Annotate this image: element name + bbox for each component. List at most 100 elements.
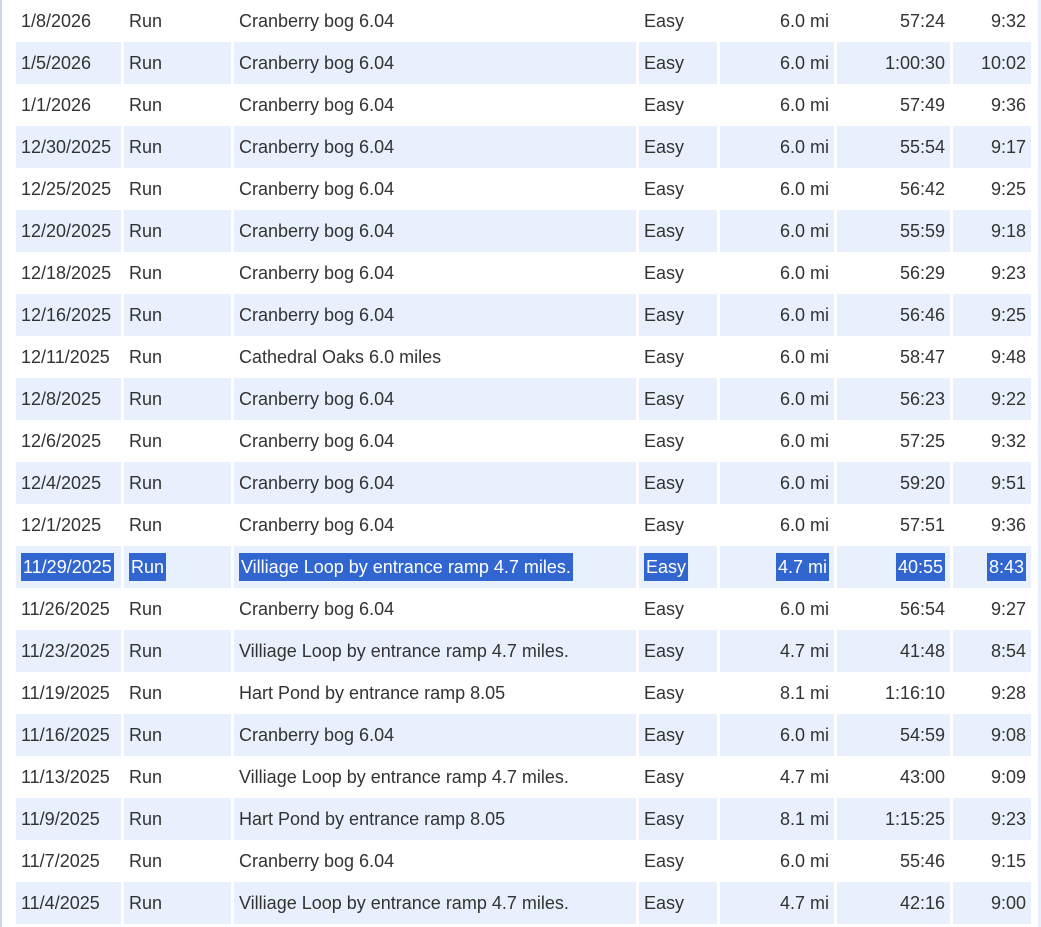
activity-pace-cell: 9:22 <box>953 378 1031 420</box>
activity-type-cell: Run <box>124 546 231 588</box>
table-row[interactable]: 12/25/2025 Run Cranberry bog 6.04 Easy 6.0 m… <box>16 168 1031 210</box>
activity-time-cell: 54:59 <box>837 714 950 756</box>
table-row[interactable]: 12/20/2025 Run Cranberry bog 6.04 Easy 6.0 m… <box>16 210 1031 252</box>
activity-distance: 6.0 mi <box>779 346 829 367</box>
table-row-selected[interactable]: 11/29/2025 Run Villiage Loop by entrance r… <box>16 546 1031 588</box>
activity-route-cell: Cranberry bog 6.04 <box>234 462 636 504</box>
activity-route-cell: Cranberry bog 6.04 <box>234 840 636 882</box>
activity-date-cell: 11/26/2025 <box>16 588 121 630</box>
activity-type: Run <box>129 220 163 241</box>
table-row[interactable]: 12/18/2025 Run Cranberry bog 6.04 Easy 6.0 m… <box>16 252 1031 294</box>
activity-distance: 6.0 mi <box>779 514 829 535</box>
activity-distance: 4.7 mi <box>779 640 829 661</box>
table-row[interactable]: 12/4/2025 Run Cranberry bog 6.04 Easy 6.0 mi… <box>16 462 1031 504</box>
table-row[interactable]: 11/23/2025 Run Villiage Loop by entrance r… <box>16 630 1031 672</box>
activity-pace-cell: 10:02 <box>953 42 1031 84</box>
activity-distance: 4.7 mi <box>775 552 829 581</box>
activity-date: 11/16/2025 <box>21 724 110 745</box>
activity-effort: Easy <box>644 262 685 283</box>
activity-time: 56:23 <box>899 388 945 409</box>
activity-date-cell: 12/6/2025 <box>16 420 121 462</box>
table-row[interactable]: 12/11/2025 Run Cathedral Oaks 6.0 miles Eas… <box>16 336 1031 378</box>
table-row[interactable]: 12/6/2025 Run Cranberry bog 6.04 Easy 6.0 mi… <box>16 420 1031 462</box>
activity-log-table: 1/8/2026 Run Cranberry bog 6.04 Easy 6.0 mi 5… <box>13 0 1034 924</box>
activity-distance-cell: 4.7 mi <box>720 630 834 672</box>
activity-time-cell: 59:20 <box>837 462 950 504</box>
activity-time: 41:48 <box>899 640 945 661</box>
activity-route-cell: Cathedral Oaks 6.0 miles <box>234 336 636 378</box>
table-left-border <box>0 0 2 927</box>
activity-distance-cell: 4.7 mi <box>720 756 834 798</box>
activity-type: Run <box>129 682 163 703</box>
table-row[interactable]: 11/4/2025 Run Villiage Loop by entrance ra… <box>16 882 1031 924</box>
table-row[interactable]: 1/8/2026 Run Cranberry bog 6.04 Easy 6.0 mi 5… <box>16 0 1031 42</box>
activity-distance-cell: 6.0 mi <box>720 294 834 336</box>
activity-time-cell: 56:23 <box>837 378 950 420</box>
activity-type-cell: Run <box>124 0 231 42</box>
activity-distance-cell: 6.0 mi <box>720 84 834 126</box>
activity-pace-cell: 9:32 <box>953 420 1031 462</box>
activity-date: 12/18/2025 <box>21 262 112 283</box>
table-row[interactable]: 11/16/2025 Run Cranberry bog 6.04 Easy 6.0 m… <box>16 714 1031 756</box>
activity-effort: Easy <box>644 892 685 913</box>
activity-time: 58:47 <box>899 346 945 367</box>
table-row[interactable]: 11/9/2025 Run Hart Pond by entrance ramp 8… <box>16 798 1031 840</box>
activity-effort: Easy <box>644 640 685 661</box>
activity-date: 12/8/2025 <box>21 388 102 409</box>
activity-pace-cell: 9:00 <box>953 882 1031 924</box>
table-row[interactable]: 11/26/2025 Run Cranberry bog 6.04 Easy 6.0 m… <box>16 588 1031 630</box>
activity-type: Run <box>129 766 163 787</box>
activity-time-cell: 56:46 <box>837 294 950 336</box>
activity-time-cell: 42:16 <box>837 882 950 924</box>
activity-date: 1/8/2026 <box>21 10 92 31</box>
activity-effort-cell: Easy <box>639 672 717 714</box>
activity-effort: Easy <box>644 850 685 871</box>
activity-type-cell: Run <box>124 756 231 798</box>
activity-time: 54:59 <box>899 724 945 745</box>
activity-effort: Easy <box>644 808 685 829</box>
table-row[interactable]: 12/16/2025 Run Cranberry bog 6.04 Easy 6.0 m… <box>16 294 1031 336</box>
activity-date-cell: 11/23/2025 <box>16 630 121 672</box>
activity-distance-cell: 6.0 mi <box>720 840 834 882</box>
activity-type-cell: Run <box>124 714 231 756</box>
activity-date-cell: 12/18/2025 <box>16 252 121 294</box>
activity-log-body: 1/8/2026 Run Cranberry bog 6.04 Easy 6.0 mi 5… <box>16 0 1031 924</box>
activity-time-cell: 1:00:30 <box>837 42 950 84</box>
activity-pace-cell: 9:48 <box>953 336 1031 378</box>
activity-distance: 6.0 mi <box>779 388 829 409</box>
activity-type: Run <box>129 346 163 367</box>
activity-effort-cell: Easy <box>639 420 717 462</box>
activity-type-cell: Run <box>124 168 231 210</box>
table-row[interactable]: 1/5/2026 Run Cranberry bog 6.04 Easy 6.0 mi 1… <box>16 42 1031 84</box>
activity-type-cell: Run <box>124 210 231 252</box>
table-row[interactable]: 11/13/2025 Run Villiage Loop by entrance r… <box>16 756 1031 798</box>
table-row[interactable]: 1/1/2026 Run Cranberry bog 6.04 Easy 6.0 mi 5… <box>16 84 1031 126</box>
activity-distance-cell: 6.0 mi <box>720 588 834 630</box>
activity-effort-cell: Easy <box>639 462 717 504</box>
activity-route-cell: Cranberry bog 6.04 <box>234 84 636 126</box>
table-row[interactable]: 11/19/2025 Run Hart Pond by entrance ramp … <box>16 672 1031 714</box>
activity-type: Run <box>129 52 163 73</box>
table-row[interactable]: 11/7/2025 Run Cranberry bog 6.04 Easy 6.0 mi… <box>16 840 1031 882</box>
activity-date-cell: 11/16/2025 <box>16 714 121 756</box>
activity-date: 11/7/2025 <box>21 850 100 871</box>
table-row[interactable]: 12/1/2025 Run Cranberry bog 6.04 Easy 6.0 mi… <box>16 504 1031 546</box>
activity-date: 12/6/2025 <box>21 430 102 451</box>
activity-date: 11/4/2025 <box>21 892 100 913</box>
table-row[interactable]: 12/8/2025 Run Cranberry bog 6.04 Easy 6.0 mi… <box>16 378 1031 420</box>
activity-effort-cell: Easy <box>639 714 717 756</box>
activity-route: Cranberry bog 6.04 <box>239 136 395 157</box>
activity-date-cell: 1/5/2026 <box>16 42 121 84</box>
activity-effort-cell: Easy <box>639 504 717 546</box>
activity-time: 56:54 <box>899 598 945 619</box>
activity-distance-cell: 8.1 mi <box>720 672 834 714</box>
table-row[interactable]: 12/30/2025 Run Cranberry bog 6.04 Easy 6.0 m… <box>16 126 1031 168</box>
activity-effort-cell: Easy <box>639 630 717 672</box>
activity-time: 57:24 <box>899 10 945 31</box>
activity-route-cell: Cranberry bog 6.04 <box>234 588 636 630</box>
activity-time-cell: 41:48 <box>837 630 950 672</box>
activity-effort-cell: Easy <box>639 0 717 42</box>
activity-date-cell: 1/8/2026 <box>16 0 121 42</box>
activity-pace-cell: 9:32 <box>953 0 1031 42</box>
activity-time: 1:15:25 <box>884 808 945 829</box>
